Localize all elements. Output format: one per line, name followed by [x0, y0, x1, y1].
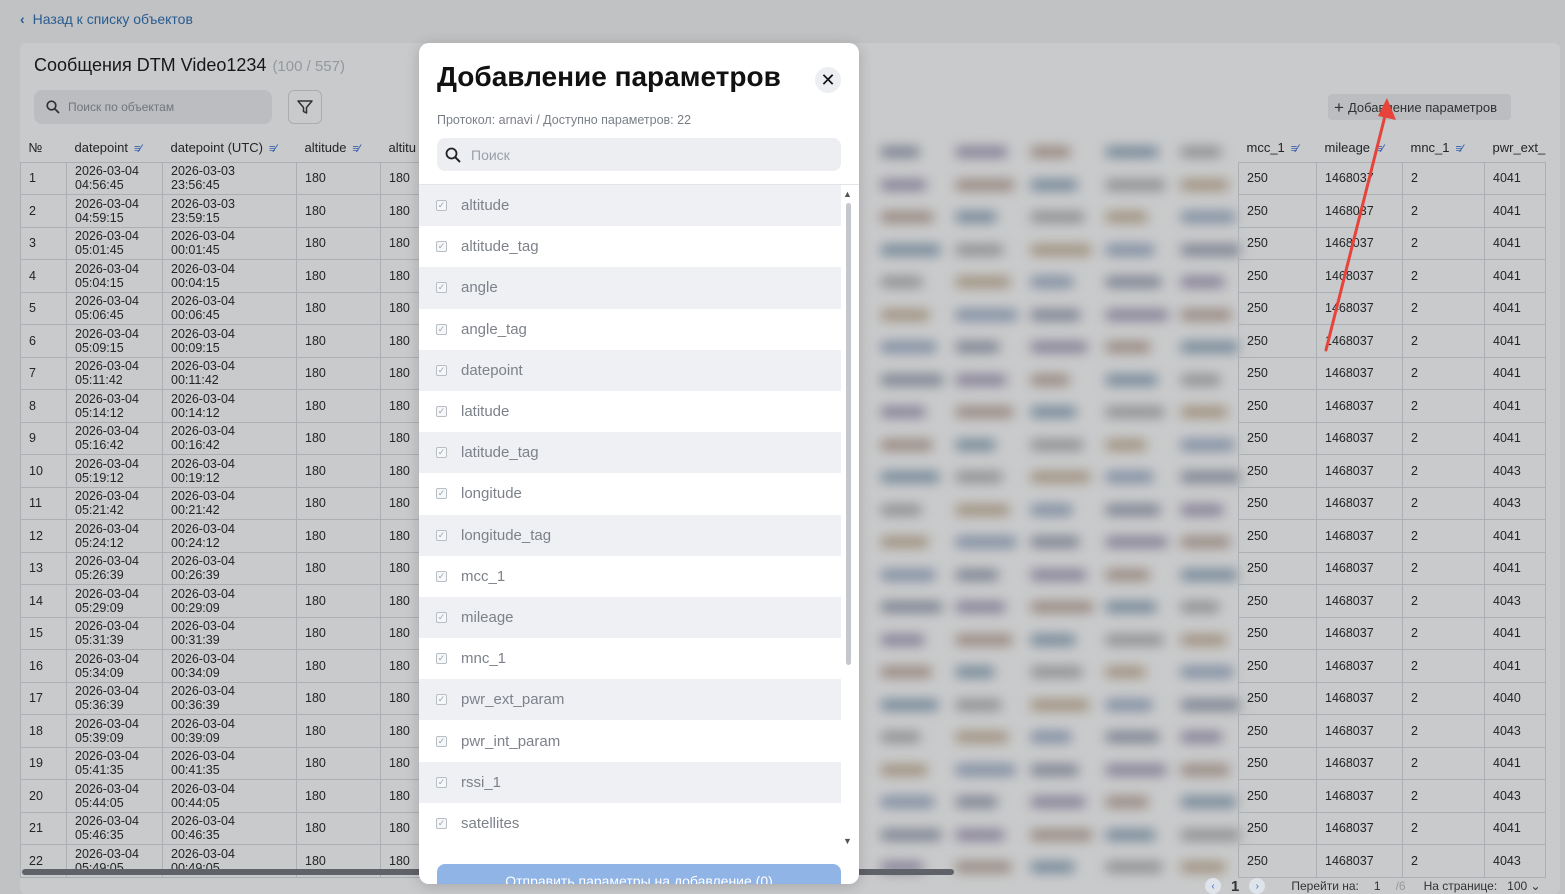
parameter-name: mcc_1 — [461, 567, 506, 585]
parameter-item[interactable]: ✓ longitude — [419, 473, 841, 514]
parameter-item[interactable]: ✓ angle_tag — [419, 309, 841, 350]
modal-subtitle: Протокол: arnavi / Доступно параметров: … — [437, 113, 692, 127]
parameter-item[interactable]: ✓ altitude — [419, 185, 841, 227]
per-page-label: На странице: — [1423, 879, 1498, 893]
parameter-item[interactable]: ✓ mcc_1 — [419, 556, 841, 597]
per-page-select[interactable]: 100 ⌄ — [1507, 879, 1540, 893]
search-icon — [445, 147, 461, 163]
parameter-name: pwr_int_param — [461, 732, 561, 750]
parameter-name: altitude — [461, 197, 510, 215]
checkbox-checked-icon[interactable]: ✓ — [436, 447, 447, 459]
parameter-name: angle — [461, 279, 498, 297]
parameter-search-input[interactable]: Поиск — [437, 138, 841, 171]
parameter-name: latitude — [461, 403, 510, 421]
vertical-scrollbar[interactable] — [846, 203, 851, 665]
parameter-name: mileage — [461, 608, 514, 626]
checkbox-checked-icon[interactable]: ✓ — [436, 488, 447, 500]
parameter-item[interactable]: ✓ longitude_tag — [419, 514, 841, 556]
parameter-name: satellites — [461, 814, 520, 832]
checkbox-checked-icon[interactable]: ✓ — [436, 817, 447, 829]
parameter-name: datepoint — [461, 361, 523, 379]
parameter-name: rssi_1 — [461, 773, 502, 791]
parameter-item[interactable]: ✓ latitude_tag — [419, 432, 841, 474]
goto-label: Перейти на: — [1291, 879, 1359, 893]
page-root: ‹ Назад к списку объектов Сообщения DTM … — [0, 0, 1565, 894]
submit-parameters-button[interactable]: Отправить параметры на добавление (0) — [437, 864, 841, 884]
current-page: 1 — [1231, 877, 1240, 894]
parameter-item[interactable]: ✓ mnc_1 — [419, 638, 841, 679]
checkbox-checked-icon[interactable]: ✓ — [436, 529, 447, 541]
parameter-name: pwr_ext_param — [461, 691, 565, 709]
parameter-name: altitude_tag — [461, 238, 539, 256]
checkbox-checked-icon[interactable]: ✓ — [436, 406, 447, 418]
checkbox-checked-icon[interactable]: ✓ — [436, 323, 447, 335]
close-button[interactable]: ✕ — [815, 67, 841, 93]
parameter-search-placeholder: Поиск — [471, 146, 510, 163]
checkbox-checked-icon[interactable]: ✓ — [436, 570, 447, 582]
parameter-list: ✓ altitude ✓ altitude_tag ✓ angle ✓ angle_tag ✓ d… — [419, 185, 841, 847]
parameter-item[interactable]: ✓ pwr_ext_param — [419, 679, 841, 721]
parameter-name: latitude_tag — [461, 444, 539, 462]
modal-title: Добавление параметров — [437, 61, 781, 92]
parameter-name: angle_tag — [461, 320, 527, 338]
checkbox-checked-icon[interactable]: ✓ — [436, 364, 447, 376]
parameter-item[interactable]: ✓ datepoint — [419, 349, 841, 391]
goto-page-input[interactable]: 1 — [1368, 878, 1386, 894]
checkbox-checked-icon[interactable]: ✓ — [436, 241, 447, 253]
parameter-name: mnc_1 — [461, 650, 507, 668]
add-parameters-modal: Добавление параметров ✕ Протокол: arnavi… — [419, 43, 859, 884]
parameter-item[interactable]: ✓ latitude — [419, 391, 841, 432]
parameter-item[interactable]: ✓ angle — [419, 267, 841, 309]
pagination: ‹ 1 › Перейти на: 1 /6 На странице: 100 … — [1205, 878, 1541, 894]
chevron-down-icon: ⌄ — [1530, 879, 1541, 893]
close-icon: ✕ — [820, 69, 836, 90]
next-page-button[interactable]: › — [1249, 878, 1266, 894]
checkbox-checked-icon[interactable]: ✓ — [436, 653, 447, 665]
scroll-up-icon[interactable]: ▲ — [843, 189, 852, 199]
parameter-name: longitude — [461, 485, 522, 503]
prev-page-button[interactable]: ‹ — [1205, 878, 1221, 894]
parameter-item[interactable]: ✓ satellites — [419, 803, 841, 844]
parameter-item[interactable]: ✓ pwr_int_param — [419, 720, 841, 761]
parameter-name: longitude_tag — [461, 526, 552, 544]
parameter-item[interactable]: ✓ altitude_tag — [419, 226, 841, 267]
total-pages: /6 — [1395, 879, 1406, 893]
checkbox-checked-icon[interactable]: ✓ — [436, 282, 447, 294]
parameter-item[interactable]: ✓ rssi_1 — [419, 761, 841, 803]
checkbox-checked-icon[interactable]: ✓ — [436, 611, 447, 623]
checkbox-checked-icon[interactable]: ✓ — [436, 694, 447, 706]
scroll-down-icon[interactable]: ▼ — [843, 836, 852, 846]
checkbox-checked-icon[interactable]: ✓ — [436, 776, 447, 788]
checkbox-checked-icon[interactable]: ✓ — [436, 200, 447, 212]
parameter-item[interactable]: ✓ mileage — [419, 596, 841, 639]
checkbox-checked-icon[interactable]: ✓ — [436, 735, 447, 747]
per-page-value: 100 — [1507, 879, 1528, 893]
